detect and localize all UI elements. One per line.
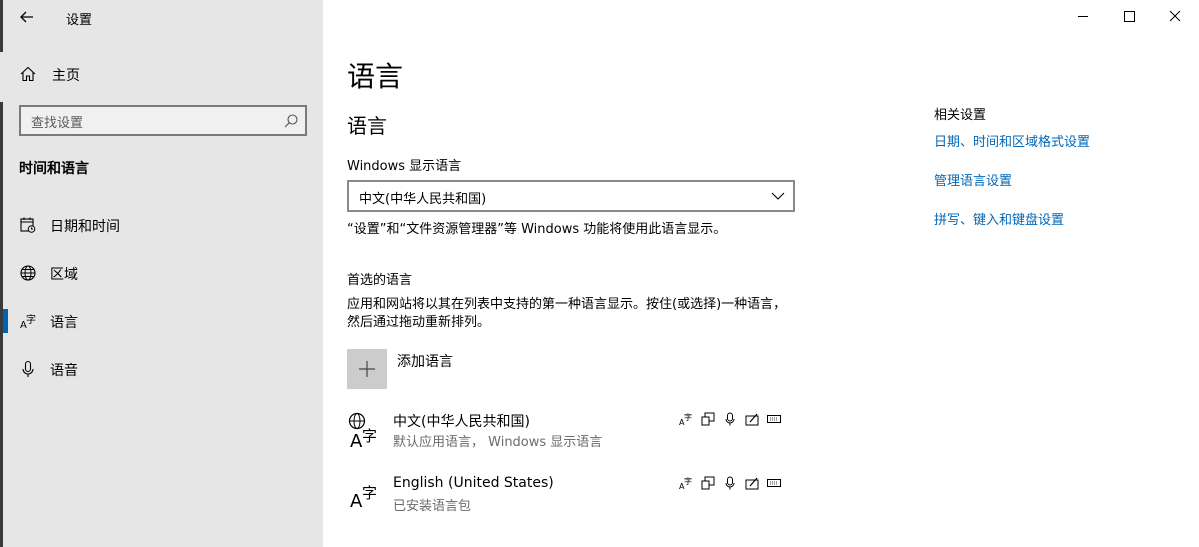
manage-language-settings-link[interactable]: 管理语言设置 <box>934 170 1012 189</box>
sidebar-item-label: 语言 <box>50 315 78 331</box>
language-icon: A 字 <box>20 313 36 330</box>
globe-icon <box>20 265 36 281</box>
speech-recognition-icon <box>725 412 735 426</box>
keyboard-icon <box>767 415 781 423</box>
handwriting-icon <box>745 413 759 426</box>
close-button[interactable] <box>1152 0 1198 32</box>
preferred-languages-description: 应用和网站将以其在列表中支持的第一种语言显示。按住(或选择)一种语言，然后通过拖… <box>347 297 787 330</box>
sidebar-item-label: 区域 <box>50 267 78 283</box>
display-language-note: “设置”和“文件资源管理器”等 Windows 功能将使用此语言显示。 <box>347 222 727 237</box>
language-feature-icons: A 字 <box>679 412 789 428</box>
section-title: 语言 <box>347 114 387 138</box>
selected-indicator <box>3 309 8 333</box>
language-name: English (United States) <box>393 475 554 491</box>
minimize-icon <box>1078 16 1088 17</box>
svg-text:字: 字 <box>26 313 36 326</box>
maximize-button[interactable] <box>1106 0 1152 32</box>
add-language-label[interactable]: 添加语言 <box>397 351 453 371</box>
sidebar-item-speech[interactable]: 语音 <box>0 347 323 391</box>
language-icon: A 字 <box>350 484 377 512</box>
keyboard-icon <box>767 479 781 487</box>
text-to-speech-icon <box>701 476 715 490</box>
sidebar-item-language[interactable]: A 字 语言 <box>0 299 323 343</box>
close-icon <box>1169 10 1181 22</box>
related-settings-title: 相关设置 <box>934 108 987 123</box>
sidebar-item-date-time[interactable]: 日期和时间 <box>0 203 323 247</box>
display-language-icon: A 字 <box>679 476 692 490</box>
page-title: 语言 <box>347 60 404 93</box>
display-language-label: Windows 显示语言 <box>347 159 462 174</box>
back-button[interactable] <box>16 6 38 28</box>
svg-text:字: 字 <box>684 476 692 486</box>
search-input[interactable]: 查找设置 <box>19 105 307 136</box>
svg-text:字: 字 <box>362 427 377 445</box>
microphone-icon <box>22 360 34 377</box>
maximize-icon <box>1124 11 1135 22</box>
chevron-down-icon <box>771 192 785 200</box>
home-icon <box>20 66 36 82</box>
handwriting-icon <box>745 477 759 490</box>
language-list-item[interactable]: A 字 English (United States) 已安装语言包 A 字 <box>347 474 797 524</box>
text-to-speech-icon <box>701 412 715 426</box>
speech-recognition-icon <box>725 476 735 490</box>
language-subtitle: 已安装语言包 <box>393 499 472 514</box>
language-feature-icons: A 字 <box>679 476 789 492</box>
spelling-typing-keyboard-link[interactable]: 拼写、键入和键盘设置 <box>934 209 1064 228</box>
sidebar-item-region[interactable]: 区域 <box>0 251 323 295</box>
sidebar-item-label: 语音 <box>50 363 78 379</box>
sidebar-item-label: 日期和时间 <box>50 219 120 235</box>
dropdown-value: 中文(中华人民共和国) <box>359 192 487 207</box>
back-arrow-icon <box>20 11 33 23</box>
plus-icon <box>359 361 375 377</box>
language-list-item[interactable]: A 字 中文(中华人民共和国) 默认应用语言， Windows 显示语言 A 字 <box>347 410 797 460</box>
minimize-button[interactable] <box>1060 0 1106 32</box>
search-placeholder: 查找设置 <box>31 116 84 131</box>
language-name: 中文(中华人民共和国) <box>393 414 530 430</box>
language-globe-icon: A 字 <box>348 412 377 448</box>
display-language-dropdown[interactable]: 中文(中华人民共和国) <box>347 180 795 212</box>
sidebar-item-home[interactable]: 主页 <box>0 52 323 96</box>
sidebar-section-title: 时间和语言 <box>19 161 89 177</box>
calendar-clock-icon <box>20 217 36 233</box>
date-time-region-format-link[interactable]: 日期、时间和区域格式设置 <box>934 131 1090 150</box>
sidebar-item-label: 主页 <box>52 68 80 84</box>
preferred-languages-title: 首选的语言 <box>347 273 413 288</box>
svg-text:字: 字 <box>684 412 692 422</box>
window-title: 设置 <box>66 13 93 28</box>
add-language-button[interactable] <box>347 349 387 389</box>
search-icon <box>284 114 298 128</box>
svg-text:字: 字 <box>362 484 377 502</box>
display-language-icon: A 字 <box>679 412 692 426</box>
language-subtitle: 默认应用语言， Windows 显示语言 <box>393 435 603 450</box>
